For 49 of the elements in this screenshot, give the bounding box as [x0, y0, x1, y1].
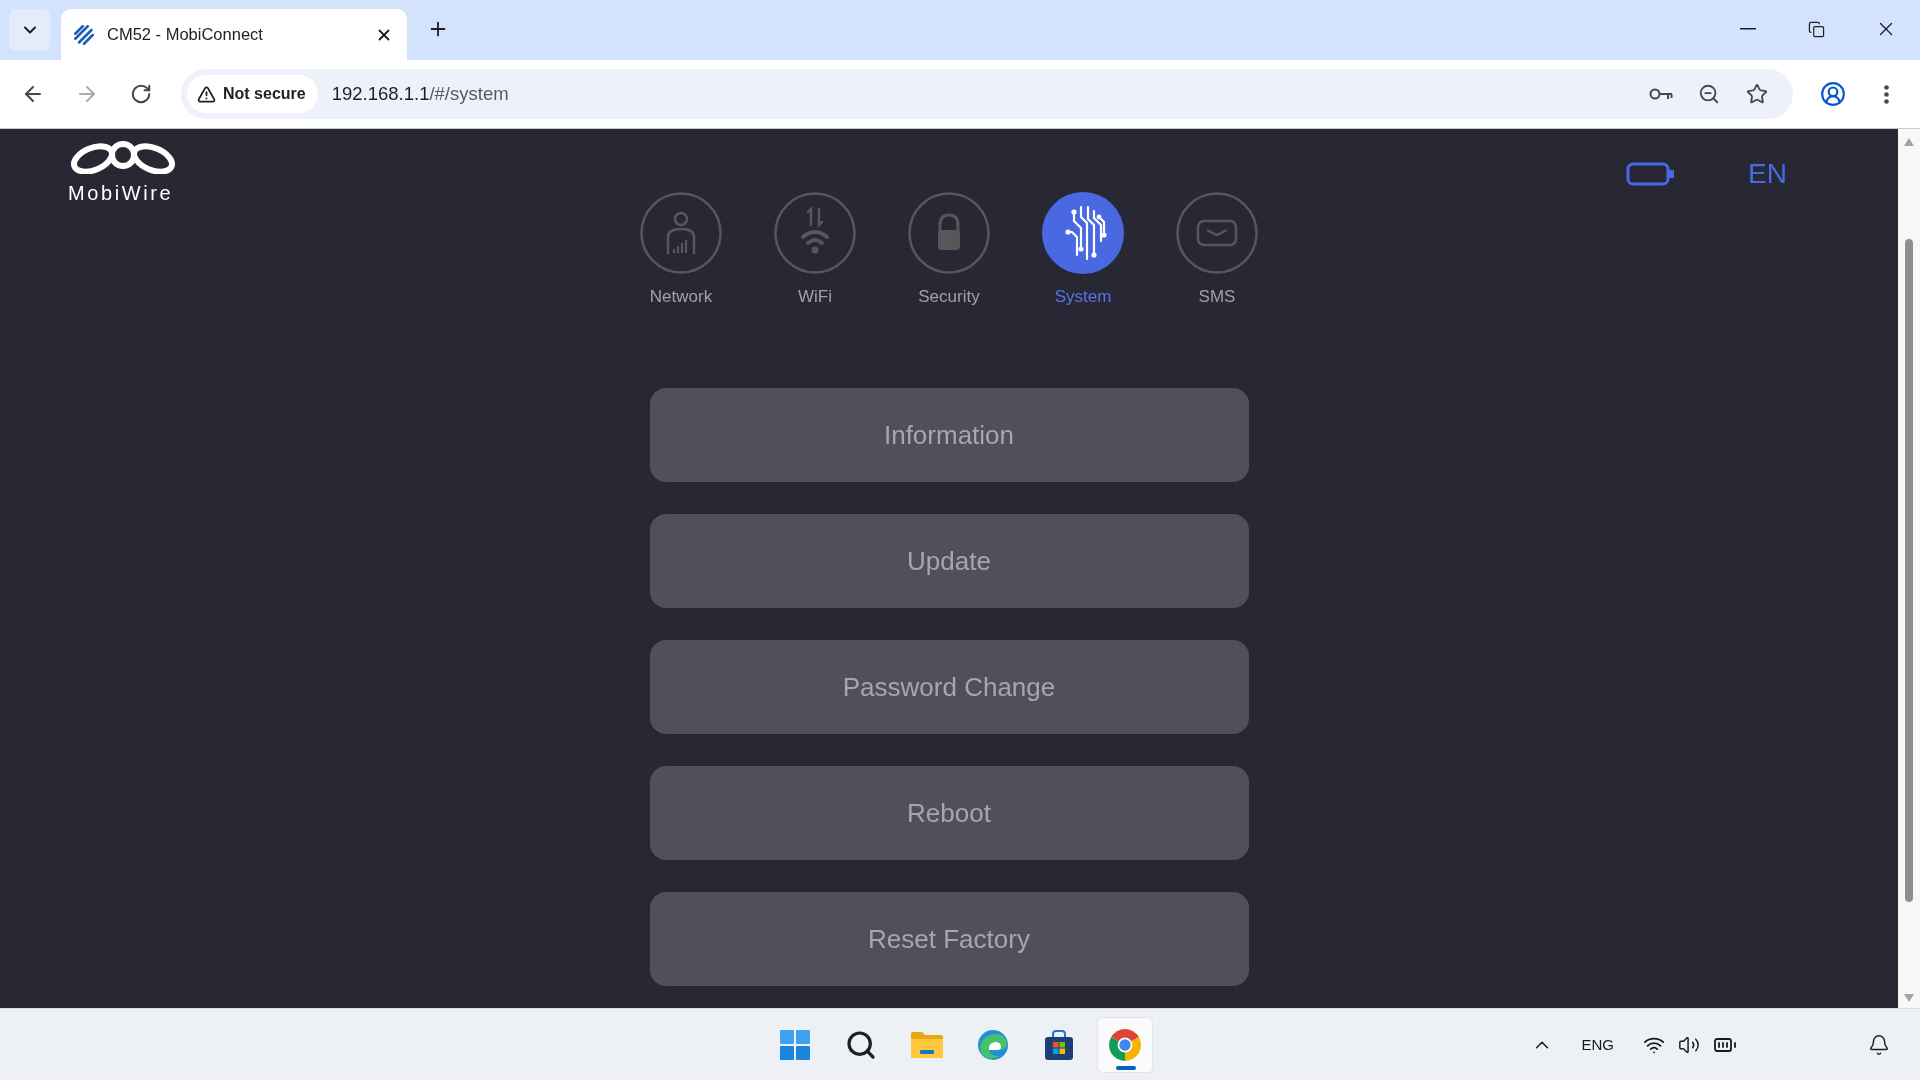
wifi-arrows-icon — [774, 192, 856, 274]
padlock-icon — [908, 192, 990, 274]
menu-option-button[interactable]: Reset Factory — [649, 892, 1249, 986]
warning-icon — [197, 84, 216, 104]
menu-option-button[interactable]: Update — [649, 514, 1249, 608]
address-bar[interactable]: Not secure 192.168.1.1/#/system — [181, 69, 1793, 119]
scroll-down-icon — [1904, 994, 1914, 1002]
language-button[interactable]: EN — [1748, 158, 1787, 190]
battery-icon — [1626, 162, 1677, 186]
shopping-bag-icon — [1044, 1028, 1074, 1061]
circuit-icon — [1042, 192, 1124, 274]
nav-tab[interactable]: WiFi — [748, 192, 882, 307]
logo-text: MobiWire — [68, 183, 174, 204]
scrollbar-thumb[interactable] — [1905, 239, 1913, 902]
tab-list-button[interactable] — [9, 9, 50, 51]
striped-favicon-icon — [74, 24, 94, 45]
user-circle-icon — [1820, 81, 1846, 107]
menu-icon — [1883, 84, 1889, 104]
menu-option-button[interactable]: Reboot — [649, 766, 1249, 860]
nav-tab[interactable]: Network — [614, 192, 748, 307]
tab-title: CM52 - MobiConnect — [107, 25, 264, 44]
browser-tab[interactable]: CM52 - MobiConnect — [61, 9, 407, 60]
folder-icon — [910, 1030, 944, 1059]
bell-icon — [1868, 1033, 1890, 1056]
indicator-bar-icon — [1116, 1065, 1136, 1070]
url-text: 192.168.1.1/#/system — [331, 83, 510, 105]
star-icon — [1746, 83, 1768, 105]
scrollbar[interactable] — [1898, 129, 1920, 1008]
security-chip[interactable]: Not secure — [187, 75, 318, 113]
menu-option-button[interactable]: Password Change — [649, 640, 1249, 734]
search-icon — [845, 1028, 877, 1061]
nav-tab[interactable]: System — [1016, 192, 1150, 307]
scroll-up-icon — [1904, 138, 1914, 146]
swirl-icon — [977, 1028, 1009, 1061]
input-language-button[interactable]: ENG — [1581, 1036, 1614, 1053]
minimize-icon — [1739, 28, 1756, 30]
four-squares-icon — [780, 1029, 810, 1060]
infinity-logo-icon — [68, 140, 178, 174]
nav-tab[interactable]: SMS — [1150, 192, 1284, 307]
zoom-out-icon — [1698, 83, 1720, 105]
menu-option-button[interactable]: Information — [649, 388, 1249, 482]
restore-icon — [1808, 20, 1825, 38]
person-signal-icon — [640, 192, 722, 274]
envelope-icon — [1176, 192, 1258, 274]
notifications-button[interactable] — [1868, 1033, 1890, 1056]
ring-logo-icon — [1109, 1028, 1141, 1061]
key-icon — [1649, 87, 1673, 101]
nav-tab[interactable]: Security — [882, 192, 1016, 307]
reload-icon — [130, 83, 152, 105]
